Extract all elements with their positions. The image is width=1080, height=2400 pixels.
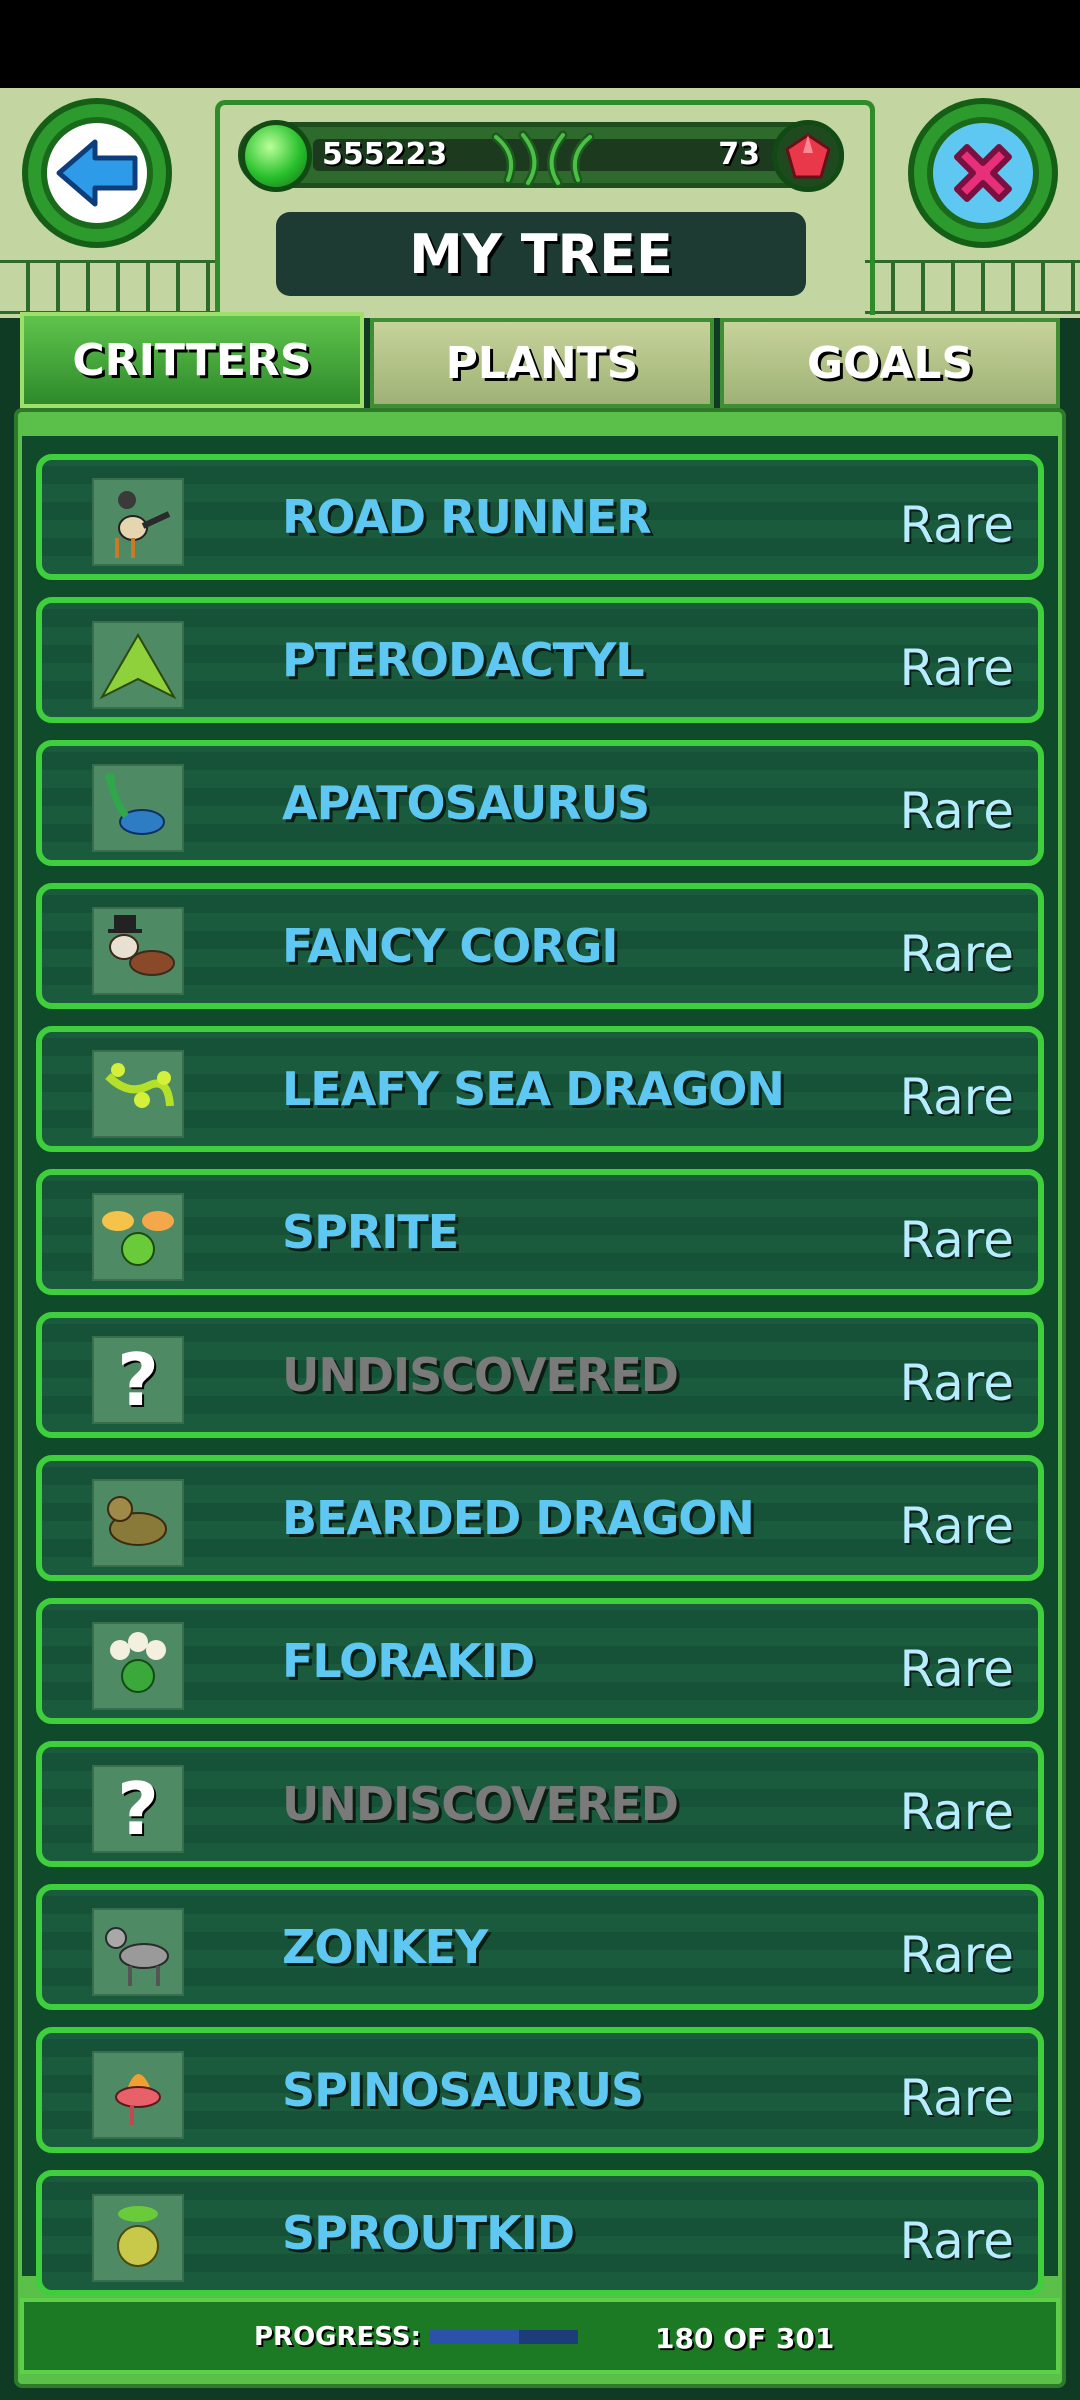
- list-item[interactable]: ? UNDISCOVERED Rare: [36, 1741, 1044, 1867]
- leafy-sea-dragon-icon: [92, 1050, 184, 1138]
- progress-bar: [430, 2330, 578, 2344]
- list-item[interactable]: SPINOSAURUS Rare: [36, 2027, 1044, 2153]
- list-item[interactable]: SPROUTKID Rare: [36, 2170, 1044, 2296]
- rarity-label: Rare: [899, 1783, 1014, 1841]
- critter-name: APATOSAURUS: [282, 776, 650, 830]
- rarity-label: Rare: [899, 2212, 1014, 2270]
- rarity-label: Rare: [899, 925, 1014, 983]
- florakid-icon: [92, 1622, 184, 1710]
- critter-name: SPRITE: [282, 1205, 459, 1259]
- pterodactyl-icon: [92, 621, 184, 709]
- list-item[interactable]: ? UNDISCOVERED Rare: [36, 1312, 1044, 1438]
- apatosaurus-icon: [92, 764, 184, 852]
- critter-name: SPINOSAURUS: [282, 2063, 644, 2117]
- critter-name: ROAD RUNNER: [282, 490, 652, 544]
- tab-goals[interactable]: GOALS: [720, 318, 1060, 408]
- list-item[interactable]: FANCY CORGI Rare: [36, 883, 1044, 1009]
- critter-name: PTERODACTYL: [282, 633, 645, 687]
- critter-name: UNDISCOVERED: [282, 1348, 679, 1402]
- rarity-label: Rare: [899, 496, 1014, 554]
- zonkey-icon: [92, 1908, 184, 1996]
- list-item[interactable]: FLORAKID Rare: [36, 1598, 1044, 1724]
- progress-count: 180 OF 301: [655, 2322, 835, 2355]
- progress-bar-fill: [430, 2330, 519, 2344]
- page-title-box: MY TREE: [276, 212, 806, 296]
- critter-name: FLORAKID: [282, 1634, 535, 1688]
- list-item[interactable]: SPRITE Rare: [36, 1169, 1044, 1295]
- list-item[interactable]: BEARDED DRAGON Rare: [36, 1455, 1044, 1581]
- back-arrow-icon: [56, 139, 138, 207]
- list-item[interactable]: LEAFY SEA DRAGON Rare: [36, 1026, 1044, 1152]
- rarity-label: Rare: [899, 639, 1014, 697]
- close-icon: [954, 144, 1012, 202]
- right-fence-decoration: [865, 260, 1080, 314]
- gem-count: 73: [718, 137, 760, 172]
- bearded-dragon-icon: [92, 1479, 184, 1567]
- list-item[interactable]: APATOSAURUS Rare: [36, 740, 1044, 866]
- rarity-label: Rare: [899, 1068, 1014, 1126]
- critter-name: UNDISCOVERED: [282, 1777, 679, 1831]
- fancy-corgi-icon: [92, 907, 184, 995]
- critter-name: SPROUTKID: [282, 2206, 575, 2260]
- sprite-icon: [92, 1193, 184, 1281]
- rarity-label: Rare: [899, 1640, 1014, 1698]
- list-item[interactable]: PTERODACTYL Rare: [36, 597, 1044, 723]
- coin-count: 555223: [322, 137, 448, 172]
- rarity-label: Rare: [899, 782, 1014, 840]
- rarity-label: Rare: [899, 1354, 1014, 1412]
- sproutkid-icon: [92, 2194, 184, 2282]
- green-gem-icon: [240, 120, 312, 192]
- red-crystal-icon: [772, 120, 844, 192]
- road-runner-icon: [92, 478, 184, 566]
- progress-label: PROGRESS:: [254, 2322, 421, 2352]
- critter-name: ZONKEY: [282, 1920, 488, 1974]
- left-fence-decoration: [0, 260, 215, 314]
- spinosaurus-icon: [92, 2051, 184, 2139]
- tab-critters[interactable]: CRITTERS: [20, 312, 364, 408]
- rarity-label: Rare: [899, 1497, 1014, 1555]
- question-mark-icon: ?: [92, 1765, 184, 1853]
- question-mark-icon: ?: [92, 1336, 184, 1424]
- list-item[interactable]: ROAD RUNNER Rare: [36, 454, 1044, 580]
- vine-icon: [491, 130, 595, 188]
- critter-name: LEAFY SEA DRAGON: [282, 1062, 785, 1116]
- close-button[interactable]: [908, 98, 1058, 248]
- page-title: MY TREE: [409, 222, 673, 286]
- list-item[interactable]: ZONKEY Rare: [36, 1884, 1044, 2010]
- tab-bar: CRITTERS PLANTS GOALS: [20, 312, 1060, 408]
- rarity-label: Rare: [899, 1211, 1014, 1269]
- back-button[interactable]: [22, 98, 172, 248]
- rarity-label: Rare: [899, 1926, 1014, 1984]
- critter-name: FANCY CORGI: [282, 919, 618, 973]
- tab-plants[interactable]: PLANTS: [370, 318, 714, 408]
- status-bar: [0, 0, 1080, 88]
- critter-name: BEARDED DRAGON: [282, 1491, 755, 1545]
- rarity-label: Rare: [899, 2069, 1014, 2127]
